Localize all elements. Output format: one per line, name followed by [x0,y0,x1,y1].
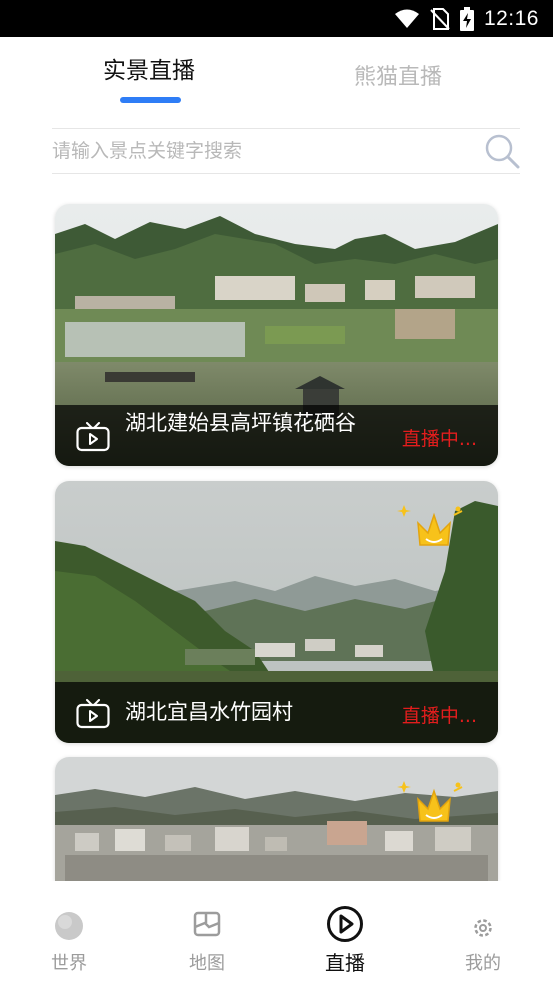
play-circle-icon [327,906,363,942]
nav-mine-label: 我的 [465,953,501,974]
gear-icon [474,919,492,937]
tv-icon [76,699,110,729]
tab-panda-live[interactable]: 熊猫直播 [354,59,442,91]
tv-icon [76,422,110,452]
map-icon [193,911,221,937]
live-status-label: 直播中... [401,705,477,727]
app-screen: 12:16 实景直播 熊猫直播 请输入景点关键字搜索 湖北建始县高坪镇花硒谷 直… [0,0,553,983]
nav-world-label: 世界 [51,953,87,974]
active-tab-indicator [120,97,181,103]
search-input[interactable] [52,131,472,171]
wifi-icon [394,9,419,28]
vip-crown-icon [397,505,463,546]
vip-crown-icon [397,781,463,822]
search-icon[interactable] [484,133,520,169]
status-bar: 12:16 [0,0,553,37]
live-card-title: 湖北建始县高坪镇花硒谷 [125,411,356,435]
live-card-overlay: 湖北建始县高坪镇花硒谷 直播中... [55,405,498,466]
live-card[interactable]: 湖北建始县高坪镇花硒谷 直播中... [55,204,498,466]
nav-world[interactable]: 世界 [24,881,114,983]
live-card[interactable]: 湖北宜昌水竹园村 直播中... [55,481,498,743]
bottom-nav: 世界 地图 直播 我的 [0,881,553,983]
live-status-label: 直播中... [401,428,477,450]
globe-icon [55,912,83,940]
nav-live-label: 直播 [325,951,365,975]
status-time: 12:16 [483,6,539,30]
nav-map-label: 地图 [189,953,225,974]
battery-charging-icon [459,6,474,31]
nav-map[interactable]: 地图 [162,881,252,983]
tab-live-scenery[interactable]: 实景直播 [103,51,195,85]
no-sim-icon [430,7,450,30]
live-card[interactable] [55,757,498,881]
live-card-overlay: 湖北宜昌水竹园村 直播中... [55,682,498,743]
tab-bar: 实景直播 熊猫直播 [0,37,553,112]
nav-mine[interactable]: 我的 [438,881,528,983]
live-card-title: 湖北宜昌水竹园村 [125,700,293,724]
search-bar [52,128,520,174]
nav-live[interactable]: 直播 [300,881,390,983]
